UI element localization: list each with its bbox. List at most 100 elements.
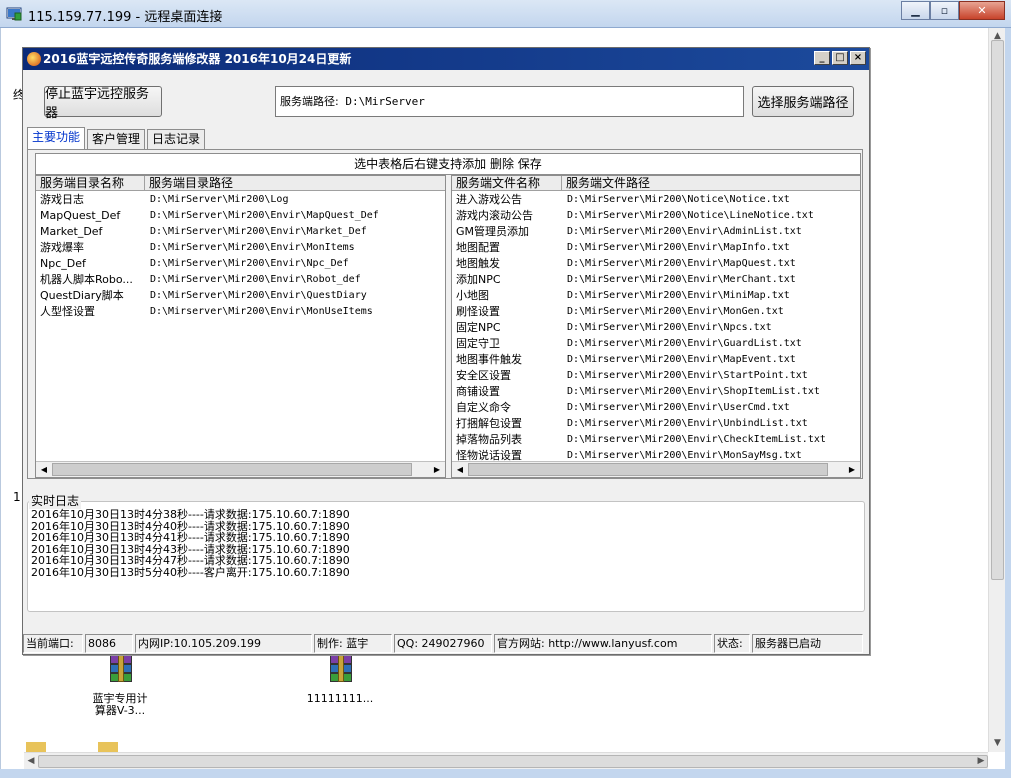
app-title: 2016蓝宇远控传奇服务端修改器 2016年10月24日更新 [43,52,352,66]
close-icon: × [853,52,863,63]
scroll-down-icon[interactable]: ▼ [989,735,1006,752]
list-row[interactable]: 怪物说话设置 D:\Mirserver\Mir200\Envir\MonSayMs… [452,448,860,464]
maximize-button[interactable]: ▫ [930,1,959,20]
vertical-scroll-thumb[interactable] [991,40,1004,580]
minimize-button[interactable]: ▁ [901,1,930,20]
list-row[interactable]: 安全区设置 D:\Mirserver\Mir200\Envir\StartPoin… [452,368,860,384]
list-cell-name: 地图触发 [456,257,500,270]
scroll-left-icon[interactable]: ◀ [36,462,52,477]
list-cell-name: 刷怪设置 [456,305,500,318]
scroll-thumb[interactable] [468,463,828,476]
file-list[interactable]: 服务端文件名称 服务端文件路径 ◀ ▶ 进入游戏公告 D:\MirServer\M… [451,175,861,478]
rdp-titlebar[interactable]: 115.159.77.199 - 远程桌面连接 ▁ ▫ ✕ [0,0,1011,28]
status-port-label: 当前端口: [23,634,83,653]
list-cell-name: 人型怪设置 [40,305,95,318]
scroll-left-icon[interactable]: ◀ [452,462,468,477]
list-cell-name: 小地图 [456,289,489,302]
list-row[interactable]: 游戏内滚动公告 D:\MirServer\Mir200\Notice\LineNo… [452,208,860,224]
scroll-right-icon[interactable]: ▶ [974,753,988,770]
list-row[interactable]: 进入游戏公告 D:\MirServer\Mir200\Notice\Notice.… [452,192,860,208]
list-row[interactable]: 掉落物品列表 D:\Mirserver\Mir200\Envir\CheckIte… [452,432,860,448]
list-cell-path: D:\MirServer\Mir200\Notice\LineNotice.tx… [567,210,814,221]
list-row[interactable]: Market_Def D:\MirServer\Mir200\Envir\Mark… [36,224,445,240]
list-row[interactable]: 固定NPC D:\MirServer\Mir200\Envir\Npcs.txt [452,320,860,336]
directory-list-hscroll[interactable]: ◀ ▶ [36,461,445,477]
folder-icon[interactable] [26,742,46,752]
list-row[interactable]: 固定守卫 D:\Mirserver\Mir200\Envir\GuardList.… [452,336,860,352]
list-row[interactable]: 游戏日志 D:\MirServer\Mir200\Log [36,192,445,208]
server-path-label: 服务端路径: [280,95,339,108]
minimize-icon: ▁ [911,4,920,17]
list-row[interactable]: 添加NPC D:\MirServer\Mir200\Envir\MerChant.… [452,272,860,288]
close-button[interactable]: ✕ [959,1,1005,20]
list-row[interactable]: 地图事件触发 D:\Mirserver\Mir200\Envir\MapEvent… [452,352,860,368]
list-cell-path: D:\MirServer\Mir200\Log [150,194,289,205]
desktop-icon-archive[interactable]: 11111111... [302,655,378,705]
list-row[interactable]: 打捆解包设置 D:\Mirserver\Mir200\Envir\UnbindLi… [452,416,860,432]
horizontal-scrollbar[interactable]: ◀ ▶ [24,752,988,769]
list-row[interactable]: 游戏爆率 D:\MirServer\Mir200\Envir\MonItems [36,240,445,256]
scroll-right-icon[interactable]: ▶ [429,462,445,477]
column-header-dir-name[interactable]: 服务端目录名称 [36,176,145,191]
scroll-left-icon[interactable]: ◀ [24,753,38,770]
list-cell-name: 游戏爆率 [40,241,84,254]
status-qq: QQ: 249027960 [394,634,492,653]
list-cell-path: D:\MirServer\Mir200\Notice\Notice.txt [567,194,790,205]
rdp-frame-bottom [0,769,1011,778]
horizontal-scroll-thumb[interactable] [38,755,988,768]
list-cell-path: D:\MirServer\Mir200\Envir\Robot_def [150,274,361,285]
list-row[interactable]: MapQuest_Def D:\MirServer\Mir200\Envir\Ma… [36,208,445,224]
column-header-file-path[interactable]: 服务端文件路径 [562,176,860,191]
list-cell-name: 游戏内滚动公告 [456,209,533,222]
column-header-dir-path[interactable]: 服务端目录路径 [145,176,445,191]
list-row[interactable]: GM管理员添加 D:\MirServer\Mir200\Envir\AdminLi… [452,224,860,240]
list-cell-path: D:\Mirserver\Mir200\Envir\MonSayMsg.txt [567,450,802,461]
folder-icon[interactable] [98,742,118,752]
winrar-icon [104,655,136,685]
list-cell-name: 商铺设置 [456,385,500,398]
list-row[interactable]: 小地图 D:\MirServer\Mir200\Envir\MiniMap.txt [452,288,860,304]
status-website: 官方网站: http://www.lanyusf.com [494,634,712,653]
list-cell-path: D:\MirServer\Mir200\Envir\Npc_Def [150,258,349,269]
server-path-value: D:\MirServer [345,95,425,108]
app-minimize-button[interactable]: _ [814,51,830,65]
list-row[interactable]: 机器人脚本Robo... D:\MirServer\Mir200\Envir\Ro… [36,272,445,288]
list-cell-name: GM管理员添加 [456,225,530,238]
grid-caption: 选中表格后右键支持添加 删除 保存 [35,153,861,175]
tab-customer-management[interactable]: 客户管理 [87,129,146,149]
list-row[interactable]: 地图触发 D:\MirServer\Mir200\Envir\MapQuest.t… [452,256,860,272]
status-bar: 当前端口: 8086 内网IP:10.105.209.199 制作: 蓝宇 QQ… [23,634,869,654]
directory-list[interactable]: 服务端目录名称 服务端目录路径 ◀ ▶ 游戏日志 D:\MirServer\Mir… [35,175,446,478]
desktop-icon-calculator[interactable]: 蓝宇专用计 算器V-3... [82,655,158,717]
file-list-header: 服务端文件名称 服务端文件路径 [452,176,860,191]
rdp-frame-right [1005,28,1011,769]
desktop-icon-label: 11111111... [306,692,374,705]
directory-list-header: 服务端目录名称 服务端目录路径 [36,176,445,191]
choose-path-button[interactable]: 选择服务端路径 [752,86,854,117]
list-row[interactable]: 刷怪设置 D:\MirServer\Mir200\Envir\MonGen.txt [452,304,860,320]
app-maximize-button[interactable]: □ [832,51,848,65]
close-icon: ✕ [977,4,987,17]
status-author: 制作: 蓝宇 [314,634,392,653]
list-cell-name: Npc_Def [40,257,86,270]
list-cell-path: D:\MirServer\Mir200\Envir\MapQuest_Def [150,210,379,221]
scroll-right-icon[interactable]: ▶ [844,462,860,477]
app-titlebar[interactable]: 2016蓝宇远控传奇服务端修改器 2016年10月24日更新 _ □ × [23,48,869,70]
column-header-file-name[interactable]: 服务端文件名称 [452,176,562,191]
list-row[interactable]: QuestDiary脚本 D:\MirServer\Mir200\Envir\Qu… [36,288,445,304]
tab-main-functions[interactable]: 主要功能 [27,127,86,149]
list-cell-name: 安全区设置 [456,369,511,382]
list-cell-name: QuestDiary脚本 [40,289,124,302]
scroll-thumb[interactable] [52,463,412,476]
list-cell-path: D:\MirServer\Mir200\Envir\AdminList.txt [567,226,802,237]
list-cell-name: 添加NPC [456,273,501,286]
list-row[interactable]: Npc_Def D:\MirServer\Mir200\Envir\Npc_Def [36,256,445,272]
list-row[interactable]: 自定义命令 D:\Mirserver\Mir200\Envir\UserCmd.t… [452,400,860,416]
tab-log-records[interactable]: 日志记录 [147,129,206,149]
list-row[interactable]: 商铺设置 D:\Mirserver\Mir200\Envir\ShopItemLi… [452,384,860,400]
list-row[interactable]: 人型怪设置 D:\Mirserver\Mir200\Envir\MonUseIte… [36,304,445,320]
vertical-scrollbar[interactable]: ▲ ▼ [988,28,1005,752]
list-row[interactable]: 地图配置 D:\MirServer\Mir200\Envir\MapInfo.tx… [452,240,860,256]
stop-server-button[interactable]: 停止蓝宇远控服务器 [44,86,162,121]
app-close-button[interactable]: × [850,51,866,65]
